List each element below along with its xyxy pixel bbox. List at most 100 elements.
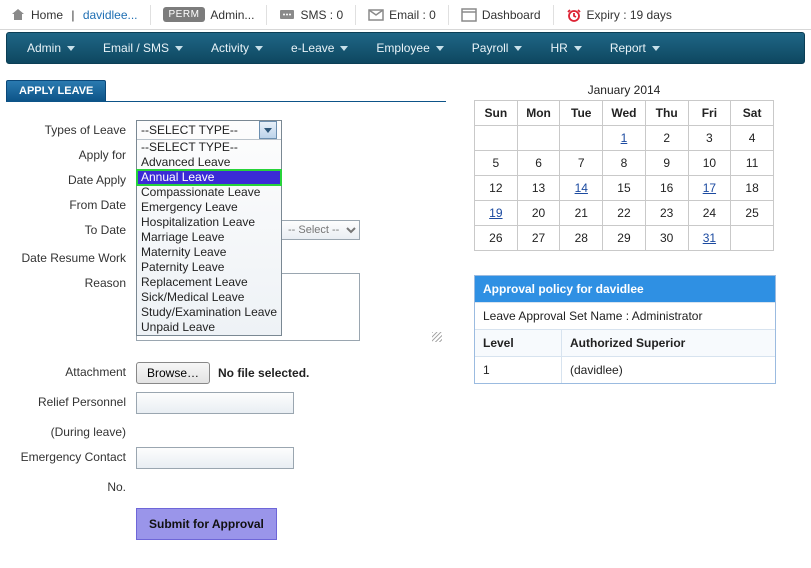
admin-label: Admin...	[210, 8, 254, 22]
chevron-down-icon	[340, 46, 348, 51]
label-no: No.	[6, 477, 136, 494]
leave-type-option[interactable]: Emergency Leave	[137, 200, 281, 215]
dashboard-crumb[interactable]: Dashboard	[457, 7, 545, 23]
calendar-day[interactable]: 4	[731, 126, 774, 151]
policy-title: Approval policy for davidlee	[475, 276, 775, 302]
nav-item-payroll[interactable]: Payroll	[458, 33, 537, 63]
calendar-day[interactable]: 21	[560, 201, 603, 226]
home-crumb[interactable]: Home | davidlee...	[6, 7, 142, 23]
calendar-day	[560, 126, 603, 151]
calendar-day[interactable]: 9	[645, 151, 688, 176]
calendar-dow: Sun	[475, 101, 518, 126]
perm-crumb[interactable]: PERM Admin...	[159, 7, 259, 22]
leave-type-option[interactable]: Replacement Leave	[137, 275, 281, 290]
chevron-down-icon	[255, 46, 263, 51]
leave-type-option[interactable]: Hospitalization Leave	[137, 215, 281, 230]
label-apply-for: Apply for	[6, 145, 136, 162]
chevron-down-icon	[652, 46, 660, 51]
leave-type-option[interactable]: Maternity Leave	[137, 245, 281, 260]
calendar-day[interactable]: 29	[603, 226, 646, 251]
calendar-day[interactable]: 2	[645, 126, 688, 151]
nav-item-e-leave[interactable]: e-Leave	[277, 33, 362, 63]
calendar-day[interactable]: 20	[517, 201, 560, 226]
user-link[interactable]: davidlee...	[83, 8, 138, 22]
panel-title: APPLY LEAVE	[6, 80, 106, 101]
calendar-day[interactable]: 26	[475, 226, 518, 251]
sms-label: SMS : 0	[300, 8, 343, 22]
calendar-day[interactable]: 16	[645, 176, 688, 201]
types-of-leave-select[interactable]: --SELECT TYPE-- --SELECT TYPE--Advanced …	[136, 120, 282, 336]
calendar-day[interactable]: 1	[603, 126, 646, 151]
calendar-day-link[interactable]: 14	[575, 181, 588, 195]
policy-auth: (davidlee)	[562, 357, 631, 383]
chevron-down-icon[interactable]	[259, 121, 277, 139]
submit-for-approval-button[interactable]: Submit for Approval	[136, 508, 277, 540]
nav-item-report[interactable]: Report	[596, 33, 674, 63]
calendar-day-link[interactable]: 17	[703, 181, 716, 195]
calendar-day[interactable]: 13	[517, 176, 560, 201]
calendar-day[interactable]: 3	[688, 126, 731, 151]
leave-type-option[interactable]: Annual Leave	[137, 170, 281, 185]
calendar-dow: Thu	[645, 101, 688, 126]
emergency-contact-input[interactable]	[136, 447, 294, 469]
nav-label: Report	[610, 41, 646, 55]
expiry-crumb[interactable]: Expiry : 19 days	[562, 7, 676, 23]
nav-item-admin[interactable]: Admin	[13, 33, 89, 63]
leave-type-option[interactable]: Sick/Medical Leave	[137, 290, 281, 305]
leave-type-option[interactable]: Paternity Leave	[137, 260, 281, 275]
nav-item-employee[interactable]: Employee	[362, 33, 457, 63]
calendar-day[interactable]: 11	[731, 151, 774, 176]
browse-button[interactable]: Browse…	[136, 362, 210, 384]
leave-type-option[interactable]: Study/Examination Leave	[137, 305, 281, 320]
email-crumb[interactable]: Email : 0	[364, 7, 440, 23]
home-label: Home	[31, 8, 63, 22]
calendar-day[interactable]: 25	[731, 201, 774, 226]
sms-crumb[interactable]: SMS : 0	[275, 7, 347, 23]
leave-type-option[interactable]: Marriage Leave	[137, 230, 281, 245]
approval-policy-box: Approval policy for davidlee Leave Appro…	[474, 275, 776, 384]
calendar-day[interactable]: 14	[560, 176, 603, 201]
calendar-table: SunMonTueWedThuFriSat 123456789101112131…	[474, 100, 774, 251]
nav-item-activity[interactable]: Activity	[197, 33, 277, 63]
calendar-day[interactable]: 22	[603, 201, 646, 226]
calendar-day[interactable]: 18	[731, 176, 774, 201]
calendar-day[interactable]: 30	[645, 226, 688, 251]
calendar-day[interactable]: 27	[517, 226, 560, 251]
leave-type-option[interactable]: --SELECT TYPE--	[137, 140, 281, 155]
calendar-day-link[interactable]: 31	[703, 231, 716, 245]
calendar-day[interactable]: 6	[517, 151, 560, 176]
calendar-day[interactable]: 24	[688, 201, 731, 226]
calendar-day[interactable]: 28	[560, 226, 603, 251]
relief-input[interactable]	[136, 392, 294, 414]
nav-label: HR	[550, 41, 567, 55]
leave-type-option[interactable]: Compassionate Leave	[137, 185, 281, 200]
calendar-day[interactable]: 23	[645, 201, 688, 226]
calendar-day[interactable]: 8	[603, 151, 646, 176]
nav-item-hr[interactable]: HR	[536, 33, 595, 63]
label-types: Types of Leave	[6, 120, 136, 137]
clock-icon	[566, 7, 582, 23]
calendar-day[interactable]: 10	[688, 151, 731, 176]
file-selected-label: No file selected.	[218, 366, 309, 380]
calendar-day[interactable]: 15	[603, 176, 646, 201]
nav-label: Employee	[376, 41, 429, 55]
calendar-day[interactable]: 17	[688, 176, 731, 201]
calendar-day-link[interactable]: 19	[489, 206, 502, 220]
nav-item-email-sms[interactable]: Email / SMS	[89, 33, 197, 63]
leave-type-option[interactable]: Unpaid Leave	[137, 320, 281, 335]
nav-label: Payroll	[472, 41, 509, 55]
resize-grip-icon[interactable]	[432, 332, 442, 342]
calendar-day[interactable]: 19	[475, 201, 518, 226]
label-emergency: Emergency Contact	[6, 447, 136, 464]
calendar-day[interactable]: 7	[560, 151, 603, 176]
calendar-day[interactable]: 12	[475, 176, 518, 201]
expiry-label: Expiry : 19 days	[587, 8, 672, 22]
calendar-dow: Mon	[517, 101, 560, 126]
calendar-day[interactable]: 31	[688, 226, 731, 251]
calendar-day[interactable]: 5	[475, 151, 518, 176]
navbar: AdminEmail / SMSActivitye-Leave Employee P…	[6, 32, 805, 64]
to-date-time-select[interactable]: -- Select --	[280, 220, 360, 240]
leave-type-option[interactable]: Advanced Leave	[137, 155, 281, 170]
calendar-day-link[interactable]: 1	[621, 131, 628, 145]
calendar-dow: Fri	[688, 101, 731, 126]
